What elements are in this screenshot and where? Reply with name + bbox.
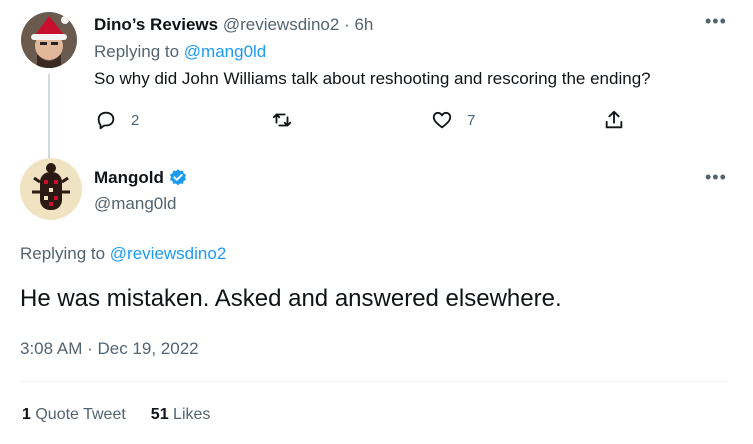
share-icon <box>605 110 623 129</box>
thread-connector-line <box>48 74 50 160</box>
parent-tweet-text: So why did John Williams talk about resh… <box>94 69 651 88</box>
likes-count: 51 <box>150 406 169 423</box>
tweet-timestamp[interactable]: 3:08 AM · Dec 19, 2022 <box>20 338 199 360</box>
avatar[interactable] <box>20 158 82 220</box>
main-author-handle[interactable]: @mang0ld <box>94 193 176 215</box>
reply-button[interactable]: 2 <box>95 109 139 131</box>
likes-label: Likes <box>173 406 211 423</box>
main-replying-to: Replying to @reviewsdino2 <box>20 243 226 265</box>
retweet-button[interactable] <box>271 109 293 131</box>
parent-author-line: Dino’s Reviews @reviewsdino2 · 6h <box>94 14 373 36</box>
replying-to-link[interactable]: @reviewsdino2 <box>110 244 226 263</box>
more-icon[interactable]: ••• <box>705 168 727 186</box>
separator-dot: · <box>344 15 350 34</box>
share-button[interactable] <box>603 109 625 131</box>
parent-author-name[interactable]: Dino’s Reviews <box>94 15 218 34</box>
avatar-image <box>20 158 82 220</box>
main-author-name[interactable]: Mangold <box>94 167 164 189</box>
replying-prefix: Replying to <box>20 244 106 263</box>
parent-author-handle[interactable]: @reviewsdino2 <box>223 15 339 34</box>
avatar-image <box>21 12 77 68</box>
divider <box>20 381 728 382</box>
parent-tweet-time[interactable]: 6h <box>354 15 373 34</box>
like-button[interactable]: 7 <box>431 109 475 131</box>
likes-link[interactable]: 51 Likes <box>151 404 211 426</box>
avatar[interactable] <box>21 12 77 68</box>
main-author-name-row: Mangold <box>94 167 188 189</box>
replying-prefix: Replying to <box>94 42 180 61</box>
reply-count: 2 <box>131 111 140 129</box>
verified-badge-icon <box>169 169 186 186</box>
main-tweet-text: He was mistaken. Asked and answered else… <box>20 285 562 312</box>
heart-icon <box>432 111 452 129</box>
quote-label: Quote Tweet <box>35 406 126 423</box>
engagement-stats: 1 Quote Tweet 51 Likes <box>22 404 210 426</box>
retweet-icon <box>272 113 292 127</box>
like-count: 7 <box>467 111 476 129</box>
replying-to-link[interactable]: @mang0ld <box>184 42 266 61</box>
parent-replying-to: Replying to @mang0ld <box>94 41 266 63</box>
quote-count: 1 <box>22 406 31 423</box>
quote-tweets-link[interactable]: 1 Quote Tweet <box>22 404 126 426</box>
more-icon[interactable]: ••• <box>705 12 727 30</box>
reply-icon <box>97 111 115 130</box>
